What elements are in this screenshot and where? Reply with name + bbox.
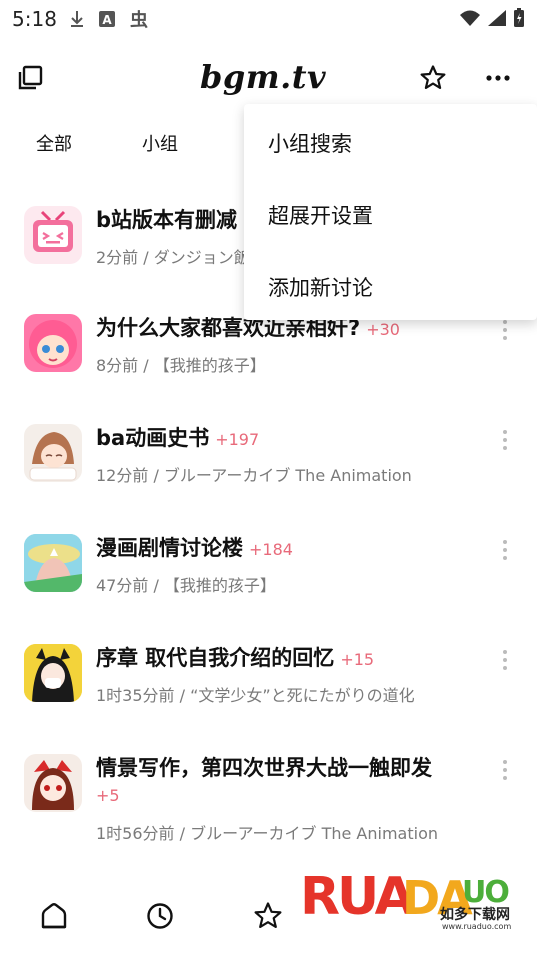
bug-icon: 虫	[130, 9, 148, 30]
avatar	[24, 534, 82, 592]
clock-icon[interactable]	[144, 900, 176, 932]
reply-count: +30	[366, 320, 400, 339]
reply-count: +15	[340, 650, 375, 669]
anime-girl-avatar-icon	[24, 644, 82, 702]
app-logo[interactable]: bgm.tv	[200, 58, 326, 96]
more-vertical-icon[interactable]	[501, 650, 509, 674]
reply-count: +184	[249, 540, 293, 559]
topic-subtitle: 12分前 / ブルーアーカイブ The Animation	[96, 466, 412, 485]
topic-title-text: ba动画史书	[96, 426, 210, 450]
list-item[interactable]: 序章 取代自我介绍的回忆 +15 1时35分前 / “文学少女”と死にたがりの道化	[0, 620, 537, 730]
list-item[interactable]: 漫画剧情讨论楼 +184 47分前 / 【我推的孩子】	[0, 510, 537, 620]
topic-title-text: 序章 取代自我介绍的回忆	[96, 646, 335, 670]
watermark-url: www.ruaduo.com	[442, 922, 512, 931]
home-icon[interactable]	[38, 900, 70, 932]
tab-group[interactable]: 小组	[142, 130, 178, 156]
anime-girl-avatar-icon	[29, 432, 77, 481]
overflow-menu: 小组搜索 超展开设置 添加新讨论	[244, 104, 537, 320]
wifi-icon	[460, 10, 480, 26]
svg-text:虫: 虫	[130, 9, 148, 30]
anime-girl-avatar-icon	[24, 534, 82, 592]
more-vertical-icon[interactable]	[501, 540, 509, 564]
status-notification-icons: A 虫	[68, 8, 150, 30]
svg-text:RUA: RUA	[300, 867, 415, 927]
avatar	[24, 754, 82, 812]
avatar	[24, 424, 82, 482]
menu-item-settings[interactable]: 超展开设置	[268, 200, 373, 230]
menu-item-group-search[interactable]: 小组搜索	[268, 128, 352, 158]
anime-girl-avatar-icon	[32, 760, 74, 810]
battery-icon	[514, 8, 524, 27]
more-vertical-icon[interactable]	[501, 760, 509, 784]
topic-title: b站版本有删减	[96, 204, 243, 234]
avatar	[24, 644, 82, 702]
topic-subtitle: 1时56分前 / ブルーアーカイブ The Animation	[96, 824, 439, 843]
list-item[interactable]: ba动画史书 +197 12分前 / ブルーアーカイブ The Animation	[0, 400, 537, 510]
topic-title: 序章 取代自我介绍的回忆 +15	[96, 642, 374, 672]
topic-title-text: 漫画剧情讨论楼	[96, 536, 243, 560]
watermark-logo: RUA DA UO 如多下载网 www.ruaduo.com	[300, 862, 530, 946]
status-bar: 5:18 A 虫	[0, 0, 537, 38]
anime-girl-avatar-icon	[29, 320, 77, 368]
more-vertical-icon[interactable]	[501, 320, 509, 344]
more-horizontal-icon[interactable]	[484, 64, 512, 92]
star-icon[interactable]	[252, 900, 284, 932]
topic-title: ba动画史书 +197	[96, 422, 259, 452]
tab-all[interactable]: 全部	[36, 130, 72, 156]
download-icon	[71, 11, 83, 27]
avatar	[24, 314, 82, 372]
signal-icon	[488, 10, 506, 26]
topic-subtitle: 2分前 / ダンジョン飯	[96, 248, 250, 267]
topic-title-text: 情景写作，第四次世界大战一触即发	[96, 756, 432, 780]
reply-count: +5	[96, 786, 120, 805]
more-vertical-icon[interactable]	[501, 430, 509, 454]
topic-title-text: b站版本有删减	[96, 208, 238, 232]
svg-text:A: A	[102, 13, 112, 27]
tv-mascot-icon	[33, 210, 73, 252]
menu-item-new-discussion[interactable]: 添加新讨论	[268, 272, 373, 302]
watermark-cn: 如多下载网	[440, 907, 510, 923]
app-bar: bgm.tv	[0, 50, 537, 106]
copy-icon[interactable]	[16, 64, 44, 92]
status-time: 5:18	[12, 7, 57, 31]
status-system-icons	[459, 8, 525, 28]
topic-title: 漫画剧情讨论楼 +184	[96, 532, 293, 562]
topic-subtitle: 47分前 / 【我推的孩子】	[96, 576, 276, 595]
topic-subtitle: 1时35分前 / “文学少女”と死にたがりの道化	[96, 686, 415, 705]
reply-count: +197	[215, 430, 260, 449]
a-icon: A	[99, 11, 115, 27]
avatar	[24, 206, 82, 264]
topic-subtitle: 8分前 / 【我推的孩子】	[96, 356, 266, 375]
topic-title: 情景写作，第四次世界大战一触即发	[96, 752, 432, 782]
list-item[interactable]: 情景写作，第四次世界大战一触即发 +5 1时56分前 / ブルーアーカイブ Th…	[0, 730, 537, 850]
star-icon[interactable]	[419, 64, 447, 92]
